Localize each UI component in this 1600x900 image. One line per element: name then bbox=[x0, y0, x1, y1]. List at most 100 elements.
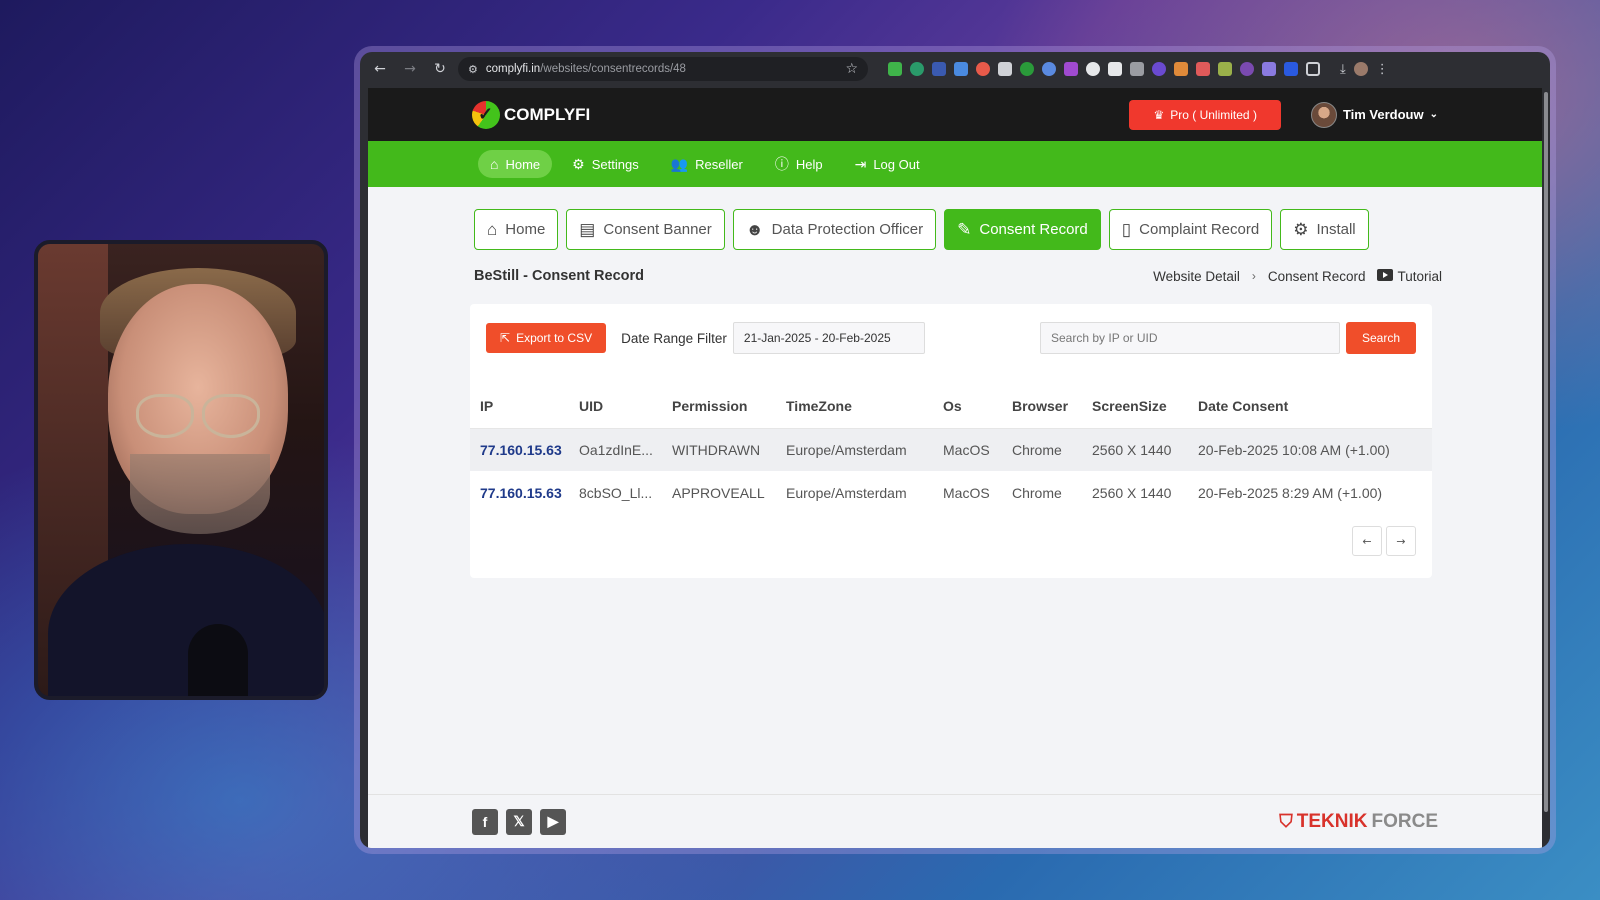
breadcrumb-consent-record: Consent Record bbox=[1267, 268, 1366, 284]
extension-icon[interactable] bbox=[1218, 62, 1232, 76]
social-links: f 𝕏 ▶ bbox=[472, 808, 566, 835]
back-icon[interactable]: ← bbox=[368, 61, 392, 77]
export-label: Export to CSV bbox=[516, 331, 593, 345]
tab-complaint-record[interactable]: ▯ Complaint Record bbox=[1108, 209, 1273, 250]
nav-reseller[interactable]: 👥 Reseller bbox=[659, 150, 755, 179]
column-header[interactable]: Date Consent bbox=[1188, 384, 1432, 429]
forward-icon[interactable]: → bbox=[398, 61, 422, 77]
extension-icon[interactable] bbox=[1042, 62, 1056, 76]
consent-record-card: ⇱ Export to CSV Date Range Filter 21-Jan… bbox=[470, 304, 1432, 578]
extension-icon[interactable] bbox=[1196, 62, 1210, 76]
nav-home[interactable]: ⌂ Home bbox=[478, 150, 553, 178]
search-input[interactable]: Search by IP or UID bbox=[1040, 322, 1340, 354]
website-tabs: ⌂ Home ▤ Consent Banner ☻ Data Protectio… bbox=[474, 209, 1442, 250]
site-settings-icon[interactable]: ⚙ bbox=[468, 63, 478, 76]
column-header[interactable]: Browser bbox=[1002, 384, 1082, 429]
column-header[interactable]: IP bbox=[470, 384, 569, 429]
extension-icon[interactable] bbox=[954, 62, 968, 76]
timezone-cell: Europe/Amsterdam bbox=[776, 428, 933, 471]
reload-icon[interactable]: ↻ bbox=[428, 61, 452, 77]
column-header[interactable]: Permission bbox=[662, 384, 776, 429]
extension-icon[interactable] bbox=[888, 62, 902, 76]
breadcrumb-website-detail[interactable]: Website Detail bbox=[1153, 269, 1240, 284]
logo-check-icon bbox=[472, 100, 500, 129]
column-header[interactable]: ScreenSize bbox=[1082, 384, 1188, 429]
address-bar[interactable]: ⚙ complyfi.in/websites/consentrecords/48… bbox=[458, 57, 868, 81]
web-page: COMPLYFI ♛ Pro ( Unlimited ) Tim Verdouw… bbox=[368, 88, 1542, 848]
user-name: Tim Verdouw bbox=[1342, 107, 1424, 122]
nav-settings[interactable]: ⚙ Settings bbox=[560, 150, 651, 179]
extension-icon[interactable] bbox=[932, 62, 946, 76]
extension-icon[interactable] bbox=[1152, 62, 1166, 76]
tab-label: Consent Record bbox=[979, 221, 1088, 238]
extension-icon[interactable] bbox=[1174, 62, 1188, 76]
teknikforce-logo[interactable]: ⛉ TEKNIK FORCE bbox=[1279, 811, 1438, 833]
tab-home[interactable]: ⌂ Home bbox=[474, 209, 559, 250]
permission-cell: APPROVEALL bbox=[672, 484, 765, 501]
webcam-feed bbox=[34, 240, 328, 700]
tab-consent-record[interactable]: ✎ Consent Record bbox=[944, 209, 1101, 250]
page-scrollbar[interactable] bbox=[1542, 88, 1550, 848]
bookmark-star-icon[interactable]: ☆ bbox=[845, 61, 858, 77]
consent-table: IP UID Permission TimeZone Os Browser Sc… bbox=[470, 384, 1432, 514]
uid-cell: 8cbSO_Ll... bbox=[579, 484, 653, 501]
extension-icon[interactable] bbox=[1262, 62, 1276, 76]
nav-label: Log Out bbox=[873, 156, 920, 172]
complyfi-logo[interactable]: COMPLYFI bbox=[472, 100, 590, 129]
crown-icon: ♛ bbox=[1153, 107, 1165, 122]
nav-help[interactable]: ⓘ Help bbox=[763, 148, 835, 180]
previous-page-button[interactable]: ← bbox=[1352, 526, 1382, 556]
date-range-input[interactable]: 21-Jan-2025 - 20-Feb-2025 bbox=[732, 322, 925, 354]
extension-icon[interactable] bbox=[1108, 62, 1122, 76]
screensize-cell: 2560 X 1440 bbox=[1092, 484, 1172, 501]
extensions-bar: ⤓ ⋮ bbox=[888, 62, 1389, 77]
page-footer: f 𝕏 ▶ ⛉ TEKNIK FORCE bbox=[368, 794, 1542, 848]
profile-avatar[interactable] bbox=[1353, 62, 1368, 76]
tab-data-protection-officer[interactable]: ☻ Data Protection Officer bbox=[732, 209, 937, 250]
table-row[interactable]: 77.160.15.63 Oa1zdInE... WITHDRAWN Europ… bbox=[470, 428, 1432, 471]
home-icon: ⌂ bbox=[490, 156, 499, 172]
tab-label: Complaint Record bbox=[1139, 221, 1260, 238]
search-button[interactable]: Search bbox=[1346, 322, 1416, 354]
ip-link[interactable]: 77.160.15.63 bbox=[470, 428, 569, 471]
extension-icon[interactable] bbox=[1064, 62, 1078, 76]
facebook-icon[interactable]: f bbox=[472, 808, 498, 835]
ip-link[interactable]: 77.160.15.63 bbox=[470, 471, 569, 514]
officer-icon: ☻ bbox=[745, 219, 764, 239]
page-title: BeStill - Consent Record bbox=[474, 268, 644, 284]
youtube-icon[interactable]: ▶ bbox=[540, 808, 566, 835]
extension-icon[interactable] bbox=[1130, 62, 1144, 76]
user-menu[interactable]: Tim Verdouw ⌄ bbox=[1310, 101, 1438, 128]
x-icon[interactable]: 𝕏 bbox=[506, 808, 532, 835]
pro-plan-button[interactable]: ♛ Pro ( Unlimited ) bbox=[1129, 99, 1281, 130]
extension-icon[interactable] bbox=[1020, 62, 1034, 76]
browser-window: ← → ↻ ⚙ complyfi.in/websites/consentreco… bbox=[360, 52, 1550, 848]
next-page-button[interactable]: → bbox=[1386, 526, 1416, 556]
extension-icon[interactable] bbox=[1240, 62, 1254, 76]
date-consent-cell: 20-Feb-2025 10:08 AM (+1.00) bbox=[1188, 428, 1432, 471]
column-header[interactable]: TimeZone bbox=[776, 384, 933, 429]
extension-icon[interactable] bbox=[976, 62, 990, 76]
download-icon[interactable]: ⤓ bbox=[1340, 62, 1346, 77]
tutorial-link[interactable]: Tutorial bbox=[1377, 268, 1442, 284]
export-csv-button[interactable]: ⇱ Export to CSV bbox=[486, 323, 607, 353]
permission-cell: WITHDRAWN bbox=[662, 428, 776, 471]
menu-kebab-icon[interactable]: ⋮ bbox=[1376, 62, 1389, 77]
video-icon bbox=[1377, 268, 1394, 281]
extension-icon[interactable] bbox=[1284, 62, 1298, 76]
extension-icon[interactable] bbox=[998, 62, 1012, 76]
extensions-puzzle-icon[interactable] bbox=[1306, 62, 1320, 76]
tab-install[interactable]: ⚙ Install bbox=[1280, 209, 1369, 250]
table-row[interactable]: 77.160.15.63 8cbSO_Ll... APPROVEALL Euro… bbox=[470, 471, 1432, 514]
brand-text-part1: TEKNIK bbox=[1296, 810, 1368, 832]
nav-label: Help bbox=[795, 156, 823, 172]
nav-logout[interactable]: ⇥ Log Out bbox=[843, 150, 932, 179]
extension-icon[interactable] bbox=[910, 62, 924, 76]
tab-consent-banner[interactable]: ▤ Consent Banner bbox=[566, 209, 725, 250]
extension-icon[interactable] bbox=[1086, 62, 1100, 76]
nav-label: Settings bbox=[591, 156, 639, 172]
column-header[interactable]: Os bbox=[933, 384, 1002, 429]
column-header[interactable]: UID bbox=[569, 384, 662, 429]
os-cell: MacOS bbox=[933, 428, 1002, 471]
brand-text-part2: FORCE bbox=[1371, 810, 1439, 832]
